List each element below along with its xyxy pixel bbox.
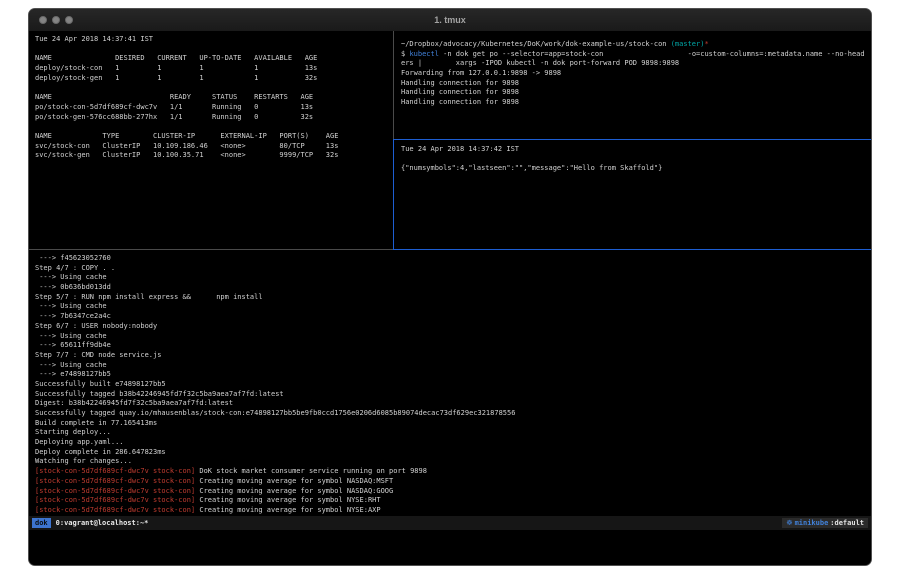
- terminal-line: Deploying app.yaml...: [35, 438, 871, 448]
- pane-divider-vertical-inactive[interactable]: [393, 31, 394, 139]
- window-list-item[interactable]: 0:vagrant@localhost:~*: [56, 519, 149, 527]
- terminal-line: Successfully built e74898127bb5: [35, 380, 871, 390]
- terminal-line: ---> 65611ff9db4e: [35, 341, 871, 351]
- terminal-line: Deploy complete in 286.647823ms: [35, 448, 871, 458]
- terminal-line: deploy/stock-gen 1 1 1 1 32s: [35, 74, 393, 84]
- terminal-line: ers | xargs -IPOD kubectl -n dok port-fo…: [401, 59, 871, 69]
- terminal-window: 1. tmux Tue 24 Apr 2018 14:37:41 IST NAME…: [28, 8, 872, 566]
- terminal-line: Digest: b38b42246945fd7f32c5ba9aea7af7fd…: [35, 399, 871, 409]
- terminal-line: ---> 0b636bd013dd: [35, 283, 871, 293]
- terminal-line: Step 6/7 : USER nobody:nobody: [35, 322, 871, 332]
- terminal-line: [35, 122, 393, 132]
- tmux-terminal: Tue 24 Apr 2018 14:37:41 IST NAME DESIRED…: [29, 31, 871, 565]
- terminal-line: [stock-con-5d7df689cf-dwc7v stock-con] C…: [35, 506, 871, 516]
- terminal-line: [stock-con-5d7df689cf-dwc7v stock-con] C…: [35, 487, 871, 497]
- terminal-line: [401, 155, 871, 165]
- terminal-line: [35, 45, 393, 55]
- terminal-line: ---> Using cache: [35, 361, 871, 371]
- kubernetes-wheel-icon: ☸: [786, 519, 792, 527]
- terminal-line: NAME DESIRED CURRENT UP-TO-DATE AVAILABL…: [35, 54, 393, 64]
- terminal-line: Tue 24 Apr 2018 14:37:42 IST: [401, 145, 871, 155]
- terminal-line: NAME TYPE CLUSTER-IP EXTERNAL-IP PORT(S)…: [35, 132, 393, 142]
- pane-divider-vertical-active[interactable]: [393, 139, 394, 250]
- terminal-line: ---> Using cache: [35, 273, 871, 283]
- terminal-line: deploy/stock-con 1 1 1 1 13s: [35, 64, 393, 74]
- terminal-line: Tue 24 Apr 2018 14:37:41 IST: [35, 35, 393, 45]
- terminal-line: Successfully tagged quay.io/mhausenblas/…: [35, 409, 871, 419]
- pane-service-response[interactable]: Tue 24 Apr 2018 14:37:42 IST {"numsymbols…: [395, 140, 871, 249]
- session-badge: dok: [32, 518, 51, 528]
- terminal-line: [stock-con-5d7df689cf-dwc7v stock-con] C…: [35, 477, 871, 487]
- terminal-line: Handling connection for 9898: [401, 79, 871, 89]
- terminal-line: ---> f45623052760: [35, 254, 871, 264]
- terminal-line: po/stock-gen-576cc688bb-277hx 1/1 Runnin…: [35, 113, 393, 123]
- terminal-line: po/stock-con-5d7df689cf-dwc7v 1/1 Runnin…: [35, 103, 393, 113]
- terminal-line: [stock-con-5d7df689cf-dwc7v stock-con] D…: [35, 467, 871, 477]
- pane-divider-horizontal-inactive[interactable]: [29, 249, 393, 250]
- terminal-line: {"numsymbols":4,"lastseen":"","message":…: [401, 164, 871, 174]
- terminal-line: Watching for changes...: [35, 457, 871, 467]
- kube-namespace-label: :default: [830, 519, 864, 527]
- terminal-line: Successfully tagged b38b42246945fd7f32c5…: [35, 390, 871, 400]
- terminal-line: Starting deploy...: [35, 428, 871, 438]
- terminal-line: ---> e74898127bb5: [35, 370, 871, 380]
- terminal-line: Handling connection for 9898: [401, 88, 871, 98]
- terminal-line: ~/Dropbox/advocacy/Kubernetes/DoK/work/d…: [401, 40, 871, 50]
- pane-port-forward[interactable]: ~/Dropbox/advocacy/Kubernetes/DoK/work/d…: [395, 31, 871, 139]
- terminal-line: Step 4/7 : COPY . .: [35, 264, 871, 274]
- terminal-line: ---> Using cache: [35, 302, 871, 312]
- terminal-line: Forwarding from 127.0.0.1:9898 -> 9898: [401, 69, 871, 79]
- terminal-line: svc/stock-con ClusterIP 10.109.186.46 <n…: [35, 142, 393, 152]
- pane-skaffold-log[interactable]: ---> f45623052760Step 4/7 : COPY . . ---…: [29, 250, 871, 516]
- terminal-line: Build complete in 77.165413ms: [35, 419, 871, 429]
- terminal-line: [stock-con-5d7df689cf-dwc7v stock-con] C…: [35, 496, 871, 506]
- terminal-line: Handling connection for 9898: [401, 98, 871, 108]
- window-titlebar[interactable]: 1. tmux: [29, 9, 871, 32]
- desktop: 1. tmux Tue 24 Apr 2018 14:37:41 IST NAME…: [0, 0, 900, 574]
- terminal-line: $ kubectl -n dok get po --selector=app=s…: [401, 50, 871, 60]
- status-right: ☸ minikube :default: [782, 518, 868, 528]
- terminal-line: svc/stock-gen ClusterIP 10.100.35.71 <no…: [35, 151, 393, 161]
- kube-context-label: minikube: [795, 519, 829, 527]
- pane-kubectl-watch[interactable]: Tue 24 Apr 2018 14:37:41 IST NAME DESIRED…: [29, 31, 393, 249]
- window-title: 1. tmux: [29, 9, 871, 31]
- tmux-status-bar: dok 0:vagrant@localhost:~* ☸ minikube :d…: [29, 516, 871, 530]
- terminal-line: [35, 83, 393, 93]
- terminal-line: ---> Using cache: [35, 332, 871, 342]
- terminal-line: Step 7/7 : CMD node service.js: [35, 351, 871, 361]
- terminal-line: Step 5/7 : RUN npm install express && np…: [35, 293, 871, 303]
- pane-divider-horizontal-active-top[interactable]: [394, 139, 871, 140]
- terminal-line: ---> 7b6347ce2a4c: [35, 312, 871, 322]
- terminal-line: NAME READY STATUS RESTARTS AGE: [35, 93, 393, 103]
- pane-divider-horizontal-active-bottom[interactable]: [393, 249, 871, 250]
